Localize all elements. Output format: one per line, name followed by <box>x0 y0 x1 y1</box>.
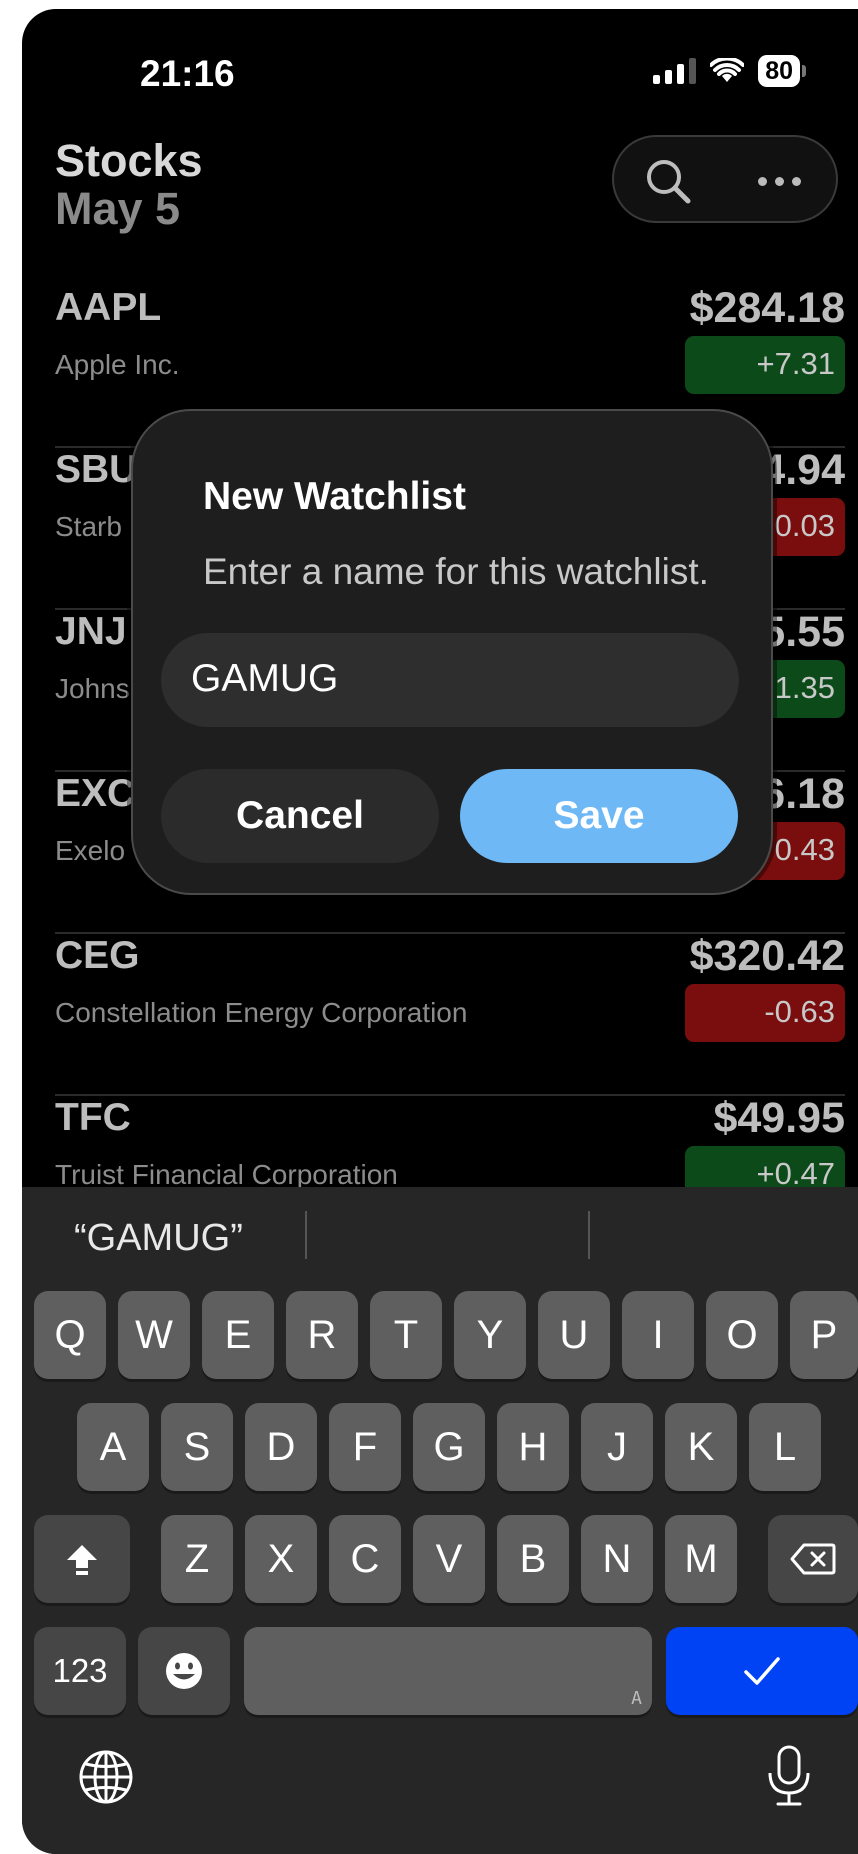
save-button[interactable]: Save <box>460 769 738 863</box>
stock-name: Johns <box>55 673 130 704</box>
search-button[interactable] <box>640 153 696 209</box>
more-button[interactable] <box>744 153 814 209</box>
stock-change-badge[interactable]: +7.31 <box>685 336 845 394</box>
key-y[interactable]: Y <box>454 1291 526 1379</box>
page-subtitle: May 5 <box>55 183 181 234</box>
suggestion-divider <box>305 1211 307 1259</box>
watchlist-name-input[interactable]: GAMUG <box>161 633 739 727</box>
key-k[interactable]: K <box>665 1403 737 1491</box>
stock-symbol: TFC <box>55 1096 131 1139</box>
dictation-button[interactable] <box>764 1743 814 1809</box>
battery-level: 80 <box>758 55 800 87</box>
emoji-icon <box>166 1653 202 1689</box>
status-icons: 80 <box>653 55 806 87</box>
stock-symbol: CEG <box>55 934 140 977</box>
shift-key[interactable] <box>34 1515 130 1603</box>
key-l[interactable]: L <box>749 1403 821 1491</box>
keyboard: “GAMUG” Q W E R T Y U I O P A S D F G H … <box>22 1187 858 1854</box>
wifi-icon <box>710 58 745 82</box>
checkmark-icon <box>744 1657 780 1685</box>
key-h[interactable]: H <box>497 1403 569 1491</box>
key-i[interactable]: I <box>622 1291 694 1379</box>
ellipsis-icon <box>757 176 767 186</box>
stock-name: Starb <box>55 511 122 542</box>
space-key-hint: A <box>631 1688 642 1709</box>
dialog-message: Enter a name for this watchlist. <box>203 551 709 592</box>
key-z[interactable]: Z <box>161 1515 233 1603</box>
key-f[interactable]: F <box>329 1403 401 1491</box>
stock-symbol: JNJ <box>55 610 127 653</box>
key-p[interactable]: P <box>790 1291 858 1379</box>
stock-name: Exelo <box>55 835 126 866</box>
dialog-title: New Watchlist <box>203 475 466 518</box>
numbers-key[interactable]: 123 <box>34 1627 126 1715</box>
key-u[interactable]: U <box>538 1291 610 1379</box>
key-t[interactable]: T <box>370 1291 442 1379</box>
key-e[interactable]: E <box>202 1291 274 1379</box>
stock-name: Constellation Energy Corporation <box>55 997 468 1028</box>
delete-key[interactable] <box>768 1515 858 1603</box>
stock-price: $320.42 <box>689 932 845 980</box>
key-v[interactable]: V <box>413 1515 485 1603</box>
space-key[interactable]: A <box>244 1627 652 1715</box>
key-d[interactable]: D <box>245 1403 317 1491</box>
stock-price: $284.18 <box>689 284 845 332</box>
stock-price: 6.18 <box>761 770 845 818</box>
stock-symbol: EXC <box>55 772 136 815</box>
key-r[interactable]: R <box>286 1291 358 1379</box>
cellular-signal-icon <box>653 58 697 84</box>
microphone-icon <box>768 1745 810 1806</box>
key-a[interactable]: A <box>77 1403 149 1491</box>
key-s[interactable]: S <box>161 1403 233 1491</box>
emoji-key[interactable] <box>138 1627 230 1715</box>
delete-icon <box>790 1543 836 1575</box>
stock-price: 5.55 <box>761 608 845 656</box>
phone-screen: 21:16 80 Stocks May 5 AAPL Apple Inc. $2… <box>22 9 858 1854</box>
battery-icon: 80 <box>758 55 806 87</box>
stock-change-badge[interactable]: -0.63 <box>685 984 845 1042</box>
suggestion-divider <box>588 1211 590 1259</box>
stock-symbol: SBU <box>55 448 138 491</box>
suggestion-item[interactable]: “GAMUG” <box>74 1217 243 1260</box>
search-icon <box>647 160 691 204</box>
key-x[interactable]: X <box>245 1515 317 1603</box>
key-c[interactable]: C <box>329 1515 401 1603</box>
globe-button[interactable] <box>76 1747 136 1807</box>
done-key[interactable] <box>666 1627 858 1715</box>
key-o[interactable]: O <box>706 1291 778 1379</box>
stock-price: $49.95 <box>713 1094 845 1142</box>
shift-icon <box>67 1545 97 1575</box>
key-j[interactable]: J <box>581 1403 653 1491</box>
stock-name: Apple Inc. <box>55 349 180 380</box>
cancel-button[interactable]: Cancel <box>161 769 439 863</box>
key-n[interactable]: N <box>581 1515 653 1603</box>
key-b[interactable]: B <box>497 1515 569 1603</box>
new-watchlist-dialog: New Watchlist Enter a name for this watc… <box>131 409 773 895</box>
globe-icon <box>79 1750 133 1804</box>
key-m[interactable]: M <box>665 1515 737 1603</box>
page-title: Stocks <box>55 135 203 186</box>
header-actions <box>612 135 838 223</box>
key-g[interactable]: G <box>413 1403 485 1491</box>
status-time: 21:16 <box>140 53 235 94</box>
key-w[interactable]: W <box>118 1291 190 1379</box>
stock-symbol: AAPL <box>55 286 162 329</box>
stock-row-ceg[interactable]: CEG Constellation Energy Corporation $32… <box>55 932 845 1096</box>
stock-price: 4.94 <box>761 446 845 494</box>
key-q[interactable]: Q <box>34 1291 106 1379</box>
